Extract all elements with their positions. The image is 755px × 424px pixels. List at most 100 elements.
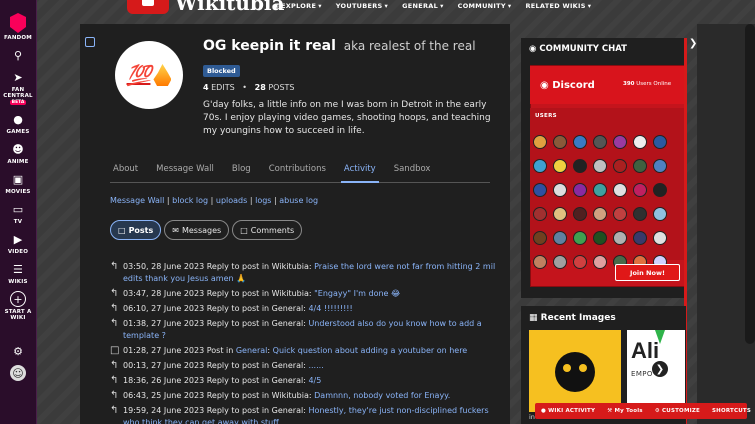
nav-items: ◉ EXPLORE ▾ YOUTUBERS ▾ GENERAL ▾ COMMUNITY ▾… [273, 2, 591, 10]
tab-activity[interactable]: Activity [340, 163, 379, 183]
rail-user-tools[interactable]: ⚙ [10, 343, 26, 359]
activity-board-link[interactable]: General [236, 346, 268, 355]
discord-user-avatar[interactable] [533, 255, 547, 269]
activity-meta: 01:38, 27 June 2023 Reply to post in Gen… [123, 319, 309, 328]
activity-link[interactable]: Quick question about adding a youtuber o… [273, 346, 468, 355]
activity-link[interactable]: "Engayy" I'm done 😂 [314, 289, 400, 298]
link-message-wall[interactable]: Message Wall [110, 196, 164, 205]
link-abuse-log[interactable]: abuse log [279, 196, 318, 205]
rail-fan-central[interactable]: ➤ FAN CENTRAL BETA [0, 69, 36, 105]
rail-search[interactable]: ⚲ [10, 47, 26, 63]
discord-user-avatar[interactable] [653, 159, 667, 173]
link-block-log[interactable]: block log [172, 196, 208, 205]
wiki-name[interactable]: Wikitubia [175, 0, 284, 15]
reply-icon: ↰ [110, 318, 119, 329]
discord-user-avatar[interactable] [653, 135, 667, 149]
rail-tv[interactable]: ▭ TV [10, 201, 26, 226]
user-sublinks: Message Wall | block log | uploads | log… [110, 196, 319, 205]
nav-community[interactable]: COMMUNITY ▾ [458, 2, 512, 10]
discord-user-avatar[interactable] [593, 207, 607, 221]
rail-fandom[interactable]: FANDOM [4, 6, 32, 41]
discord-user-avatar[interactable] [613, 231, 627, 245]
pill-comments[interactable]: □ Comments [232, 220, 303, 240]
wiki-logo-icon[interactable] [127, 0, 169, 14]
reply-icon: ↰ [110, 303, 119, 314]
tab-blog[interactable]: Blog [229, 163, 254, 183]
recent-image-1[interactable] [529, 330, 621, 412]
rail-anime[interactable]: ☻ ANIME [7, 141, 28, 166]
discord-user-avatar[interactable] [653, 183, 667, 197]
discord-user-avatar[interactable] [553, 135, 567, 149]
link-logs[interactable]: logs [255, 196, 271, 205]
discord-user-avatar[interactable] [553, 255, 567, 269]
tab-about[interactable]: About [110, 163, 141, 183]
discord-user-avatar[interactable] [573, 159, 587, 173]
chevron-right-icon[interactable]: ❯ [652, 361, 668, 377]
tab-message-wall[interactable]: Message Wall [153, 163, 217, 183]
discord-user-avatar[interactable] [613, 135, 627, 149]
recent-images-title: ▦ Recent Images [529, 313, 616, 323]
discord-user-avatar[interactable] [633, 135, 647, 149]
toolbar-customize[interactable]: ⚙ CUSTOMIZE [649, 408, 706, 414]
rail-games[interactable]: ● GAMES [7, 111, 30, 136]
link-uploads[interactable]: uploads [216, 196, 247, 205]
chevron-right-icon[interactable]: ❯ [689, 38, 697, 49]
discord-user-avatar[interactable] [573, 207, 587, 221]
discord-user-avatar[interactable] [633, 183, 647, 197]
nav-related-wikis[interactable]: RELATED WIKIS ▾ [525, 2, 591, 10]
messages-icon: ✉ [172, 225, 179, 235]
movies-icon: ▣ [12, 172, 24, 186]
discord-user-avatar[interactable] [633, 231, 647, 245]
nav-youtubers[interactable]: YOUTUBERS ▾ [336, 2, 388, 10]
nav-explore[interactable]: ◉ EXPLORE ▾ [273, 2, 322, 10]
discord-user-avatar[interactable] [553, 231, 567, 245]
toolbar-my-tools[interactable]: ⚒ My Tools [601, 408, 649, 414]
discord-user-avatar[interactable] [593, 255, 607, 269]
activity-meta: 06:43, 25 June 2023 Reply to post in Wik… [123, 391, 315, 400]
discord-user-avatar[interactable] [593, 183, 607, 197]
toolbar-wiki-activity[interactable]: ● WIKI ACTIVITY [535, 408, 601, 414]
discord-user-avatar[interactable] [553, 183, 567, 197]
rail-start-wiki[interactable]: + START A WIKI [0, 291, 36, 321]
discord-user-avatar[interactable] [613, 183, 627, 197]
discord-user-avatar[interactable] [593, 231, 607, 245]
rail-user-avatar[interactable]: ☺ [10, 365, 26, 381]
rail-wikis[interactable]: ☰ WIKIS [8, 261, 27, 286]
discord-user-avatar[interactable] [533, 159, 547, 173]
page-scrollbar[interactable] [745, 24, 755, 344]
expand-icon[interactable] [85, 37, 95, 47]
discord-user-avatar[interactable] [553, 159, 567, 173]
chat-icon: ◉ [529, 44, 537, 54]
toolbar-shortcuts[interactable]: SHORTCUTS [706, 408, 755, 414]
pill-messages[interactable]: ✉ Messages [164, 220, 230, 240]
discord-user-avatar[interactable] [553, 207, 567, 221]
discord-user-avatar[interactable] [533, 135, 547, 149]
discord-user-avatar[interactable] [593, 135, 607, 149]
discord-user-avatar[interactable] [593, 159, 607, 173]
discord-user-avatar[interactable] [653, 231, 667, 245]
discord-user-avatar[interactable] [633, 159, 647, 173]
rail-video[interactable]: ▶ VIDEO [8, 231, 28, 256]
discord-user-avatar[interactable] [653, 207, 667, 221]
discord-user-avatar[interactable] [573, 255, 587, 269]
nav-general[interactable]: GENERAL ▾ [402, 2, 444, 10]
pill-posts[interactable]: □ Posts [110, 220, 162, 240]
discord-user-avatar[interactable] [613, 159, 627, 173]
discord-user-avatar[interactable] [633, 207, 647, 221]
discord-user-avatar[interactable] [533, 207, 547, 221]
join-now-button[interactable]: Join Now! [615, 264, 680, 281]
discord-user-avatar[interactable] [533, 183, 547, 197]
rail-movies[interactable]: ▣ MOVIES [5, 171, 30, 196]
discord-user-avatar[interactable] [573, 183, 587, 197]
activity-link[interactable]: ...... [308, 361, 323, 370]
tab-sandbox[interactable]: Sandbox [391, 163, 434, 183]
discord-user-avatar[interactable] [613, 207, 627, 221]
discord-user-avatar[interactable] [533, 231, 547, 245]
discord-user-avatar[interactable] [573, 135, 587, 149]
discord-user-avatar[interactable] [573, 231, 587, 245]
activity-link[interactable]: 4/5 [308, 376, 321, 385]
activity-link[interactable]: 4/4 !!!!!!!!! [308, 304, 352, 313]
reply-icon: ↰ [110, 288, 119, 299]
tab-contributions[interactable]: Contributions [266, 163, 329, 183]
activity-link[interactable]: Damnnn, nobody voted for Enayy. [314, 391, 450, 400]
